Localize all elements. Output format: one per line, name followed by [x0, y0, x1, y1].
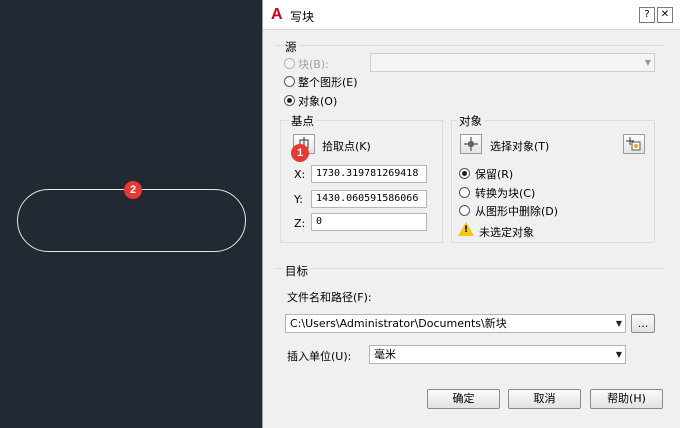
dialog-title: 写块 [290, 10, 315, 24]
y-label: Y: [294, 193, 303, 206]
x-field[interactable]: 1730.319781269418 [311, 165, 427, 183]
block-radio-label: 块(B): [298, 58, 329, 71]
drawing-canvas[interactable]: 2 [0, 0, 262, 428]
block-radio [284, 58, 295, 69]
browse-button[interactable]: ... [631, 314, 655, 333]
help-button[interactable]: 帮助(H) [590, 389, 663, 409]
x-label: X: [294, 168, 306, 181]
pick-point-label[interactable]: 拾取点(K) [322, 138, 371, 154]
units-value: 毫米 [374, 348, 396, 361]
quick-select-icon [626, 137, 641, 151]
source-legend: 源 [283, 39, 299, 55]
warning-text: 未选定对象 [479, 226, 534, 239]
convert-to-block-label[interactable]: 转换为块(C) [475, 185, 535, 201]
units-combo[interactable]: 毫米 ▼ [369, 345, 626, 364]
warning-exclamation-icon: ! [464, 225, 469, 235]
close-button[interactable]: ✕ [657, 7, 673, 23]
cancel-button[interactable]: 取消 [508, 389, 581, 409]
entire-drawing-label[interactable]: 整个图形(E) [298, 74, 358, 90]
select-objects-button[interactable] [460, 134, 482, 154]
chevron-down-icon: ▼ [615, 319, 622, 328]
z-field[interactable]: 0 [311, 213, 427, 231]
chevron-down-icon: ▼ [644, 58, 651, 67]
filename-value: C:\Users\Administrator\Documents\新块 [290, 317, 507, 330]
select-objects-label[interactable]: 选择对象(T) [490, 138, 549, 154]
delete-from-drawing-label[interactable]: 从图形中删除(D) [475, 203, 558, 219]
ok-button[interactable]: 确定 [427, 389, 500, 409]
title-bar: A 写块 ? ✕ [263, 0, 680, 30]
convert-to-block-radio[interactable] [459, 187, 470, 198]
z-label: Z: [294, 217, 306, 230]
crosshair-icon [464, 137, 478, 151]
basepoint-legend: 基点 [289, 113, 316, 129]
objects-radio-label[interactable]: 对象(O) [298, 93, 337, 109]
autocad-logo-icon: A [271, 6, 283, 23]
filename-label: 文件名和路径(F): [287, 291, 372, 304]
step-marker-1: 1 [291, 144, 309, 162]
y-field[interactable]: 1430.060591586066 [311, 190, 427, 208]
quick-select-button[interactable] [623, 134, 645, 154]
title-help-button[interactable]: ? [639, 7, 655, 23]
delete-from-drawing-radio[interactable] [459, 205, 470, 216]
units-label: 插入单位(U): [287, 350, 352, 363]
retain-radio[interactable] [459, 168, 470, 179]
retain-label[interactable]: 保留(R) [475, 166, 513, 182]
objects-legend: 对象 [457, 113, 484, 129]
entire-drawing-radio[interactable] [284, 76, 295, 87]
destination-legend: 目标 [283, 263, 310, 279]
step-marker-2: 2 [124, 181, 142, 199]
block-name-combo: ▼ [370, 53, 655, 72]
chevron-down-icon: ▼ [615, 350, 622, 359]
objects-radio[interactable] [284, 95, 295, 106]
filename-combo[interactable]: C:\Users\Administrator\Documents\新块 ▼ [285, 314, 626, 333]
write-block-dialog: A 写块 ? ✕ 源 块(B): ▼ 整个图形(E) 对象(O) 基点 1 拾取… [262, 0, 680, 428]
